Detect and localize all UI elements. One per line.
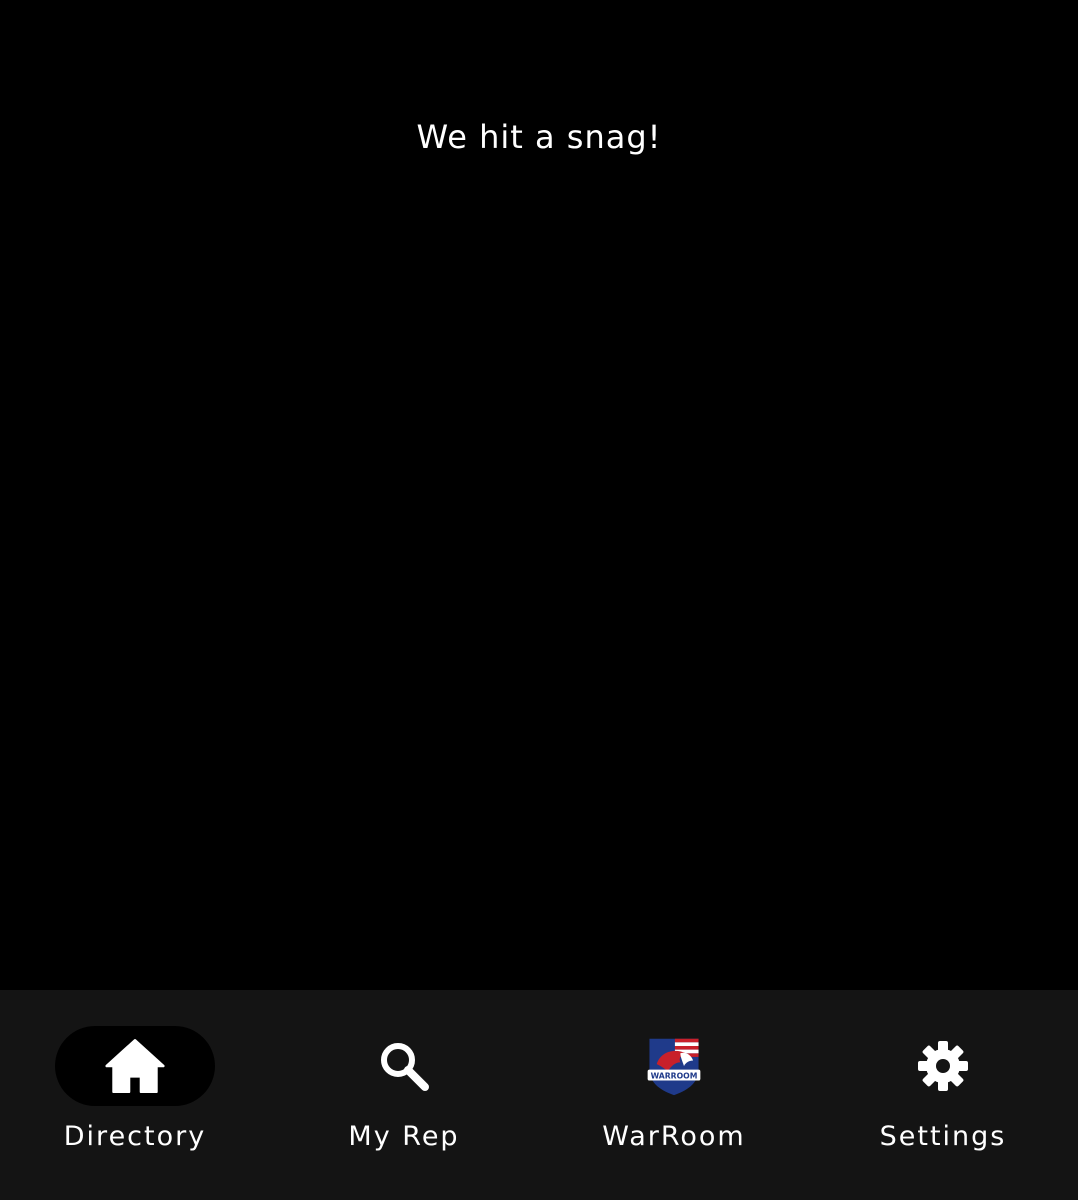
- warroom-logo-icon: WARROOM: [644, 1034, 704, 1098]
- tab-directory-label: Directory: [63, 1121, 207, 1152]
- app-screen: We hit a snag! Directory My Rep WARROOM …: [0, 0, 1078, 1200]
- tab-settings[interactable]: Settings: [808, 990, 1078, 1200]
- main-content: We hit a snag!: [0, 0, 1078, 990]
- tab-settings-label: Settings: [879, 1121, 1007, 1152]
- bottom-tab-bar: Directory My Rep WARROOM WarRoom Setting…: [0, 990, 1078, 1200]
- tab-warroom-label: WarRoom: [602, 1121, 746, 1152]
- home-icon: [105, 1034, 165, 1098]
- tab-directory[interactable]: Directory: [0, 990, 270, 1200]
- tab-my-rep-label: My Rep: [348, 1121, 460, 1152]
- error-message: We hit a snag!: [416, 118, 662, 156]
- search-icon: [374, 1034, 434, 1098]
- warroom-logo-text: WARROOM: [651, 1071, 698, 1080]
- gear-icon: [913, 1034, 973, 1098]
- tab-my-rep[interactable]: My Rep: [269, 990, 539, 1200]
- tab-warroom[interactable]: WARROOM WarRoom: [539, 990, 809, 1200]
